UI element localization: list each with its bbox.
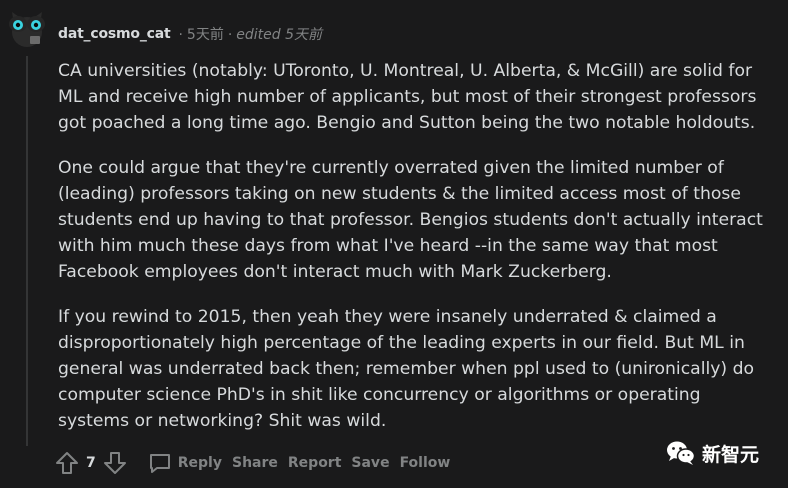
comment-paragraph: CA universities (notably: UToronto, U. M… bbox=[58, 61, 757, 134]
reply-label: Reply bbox=[177, 455, 222, 471]
thread-line[interactable] bbox=[26, 56, 28, 446]
meta-separator: · bbox=[178, 27, 183, 43]
report-button[interactable]: Report bbox=[288, 455, 342, 471]
comment-meta: · 5天前 · edited 5天前 bbox=[174, 24, 322, 44]
upvote-arrow-icon bbox=[56, 452, 78, 474]
avatar[interactable] bbox=[8, 10, 46, 48]
vote-score: 7 bbox=[86, 455, 96, 471]
report-label: Report bbox=[287, 455, 342, 471]
upvote-button[interactable] bbox=[54, 450, 80, 476]
comment-header: dat_cosmo_cat · 5天前 · edited 5天前 bbox=[58, 24, 322, 44]
comment-paragraph: One could argue that they're currently o… bbox=[58, 157, 763, 283]
comment-timestamp[interactable]: 5天前 bbox=[187, 27, 224, 43]
share-button[interactable]: Share bbox=[232, 455, 278, 471]
reply-button[interactable]: Reply bbox=[148, 451, 222, 475]
comment-body: CA universities (notably: UToronto, U. M… bbox=[58, 58, 776, 453]
speech-bubble-icon bbox=[149, 454, 170, 473]
meta-separator: · bbox=[227, 27, 233, 43]
follow-button[interactable]: Follow bbox=[400, 455, 451, 471]
author-username[interactable]: dat_cosmo_cat bbox=[58, 26, 171, 42]
watermark: 新智元 bbox=[666, 438, 759, 468]
comment-actions: 7 Reply Share Report Save Follow bbox=[54, 448, 450, 478]
comment: dat_cosmo_cat · 5天前 · edited 5天前 CA univers… bbox=[0, 0, 788, 488]
wechat-logo-icon bbox=[667, 441, 696, 465]
comment-paragraph: If you rewind to 2015, then yeah they we… bbox=[58, 306, 755, 432]
save-label: Save bbox=[351, 455, 390, 471]
follow-label: Follow bbox=[399, 455, 451, 471]
watermark-text: 新智元 bbox=[702, 443, 760, 466]
cat-avatar-icon bbox=[9, 12, 45, 47]
downvote-arrow-icon bbox=[103, 452, 126, 474]
edited-label: edited 5天前 bbox=[236, 27, 323, 43]
save-button[interactable]: Save bbox=[351, 455, 389, 471]
downvote-button[interactable] bbox=[102, 450, 128, 476]
share-label: Share bbox=[231, 455, 278, 471]
